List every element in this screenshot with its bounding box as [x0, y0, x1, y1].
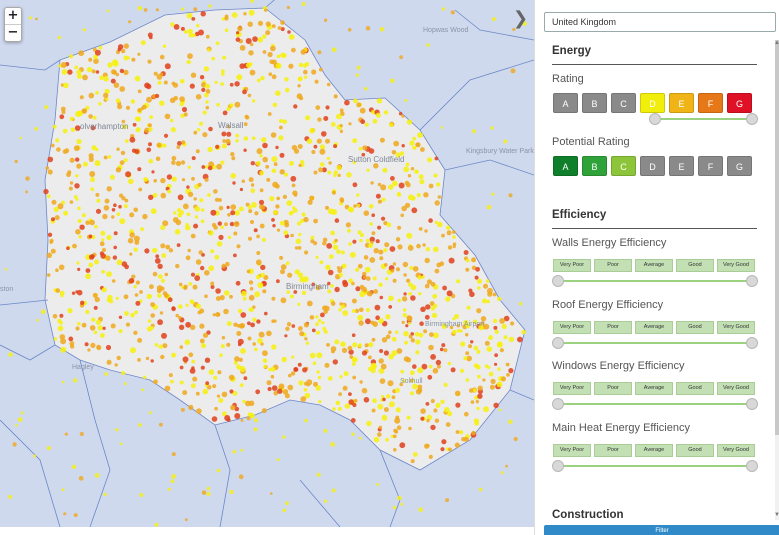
efficiency-level-button[interactable]: Poor: [594, 259, 632, 272]
efficiency-slider-track: [558, 341, 752, 344]
efficiency-levels-3: Very Poor Poor Average Good Very Good: [553, 443, 755, 457]
rating-d-button[interactable]: D: [640, 93, 665, 113]
efficiency-level-button[interactable]: Very Poor: [553, 382, 591, 395]
efficiency-label-0: Walls Energy Efficiency: [552, 237, 667, 249]
efficiency-divider: [552, 228, 757, 229]
construction-section-title: Construction: [552, 509, 624, 521]
efficiency-range-slider[interactable]: [552, 398, 758, 410]
efficiency-level-button[interactable]: Average: [635, 259, 673, 272]
potential-rating-label: Potential Rating: [552, 136, 630, 148]
efficiency-slider-track: [558, 403, 752, 405]
country-select[interactable]: United Kingdom: [544, 12, 776, 32]
efficiency-section-title: Efficiency: [552, 209, 607, 221]
efficiency-range-slider[interactable]: [552, 275, 758, 287]
map-label-wolverhampton: olverhampton: [80, 122, 129, 131]
potential-rating-b-button[interactable]: B: [582, 156, 607, 176]
efficiency-level-button[interactable]: Very Poor: [553, 320, 591, 334]
rating-slider-track: [655, 118, 752, 120]
efficiency-slider-min-handle[interactable]: [552, 459, 564, 472]
map-label-walsall: Walsall: [218, 121, 244, 130]
rating-c-button[interactable]: C: [611, 93, 636, 113]
efficiency-level-button[interactable]: Good: [676, 382, 714, 395]
rating-g-button[interactable]: G: [727, 93, 752, 113]
rating-label: Rating: [552, 73, 584, 85]
map-label-airport: Birmingham Airport: [425, 321, 485, 328]
rating-slider-min-handle[interactable]: [649, 113, 661, 125]
rating-b-button[interactable]: B: [582, 93, 607, 113]
scroll-up-icon[interactable]: ▲: [774, 40, 779, 46]
scroll-down-icon[interactable]: ▼: [774, 512, 779, 518]
efficiency-level-button[interactable]: Very Good: [717, 320, 755, 334]
zoom-in-button[interactable]: +: [5, 8, 21, 25]
rating-f-button[interactable]: F: [698, 93, 723, 113]
map-label-hopwas: Hopwas Wood: [423, 27, 469, 34]
efficiency-slider-track: [558, 280, 752, 282]
efficiency-level-button[interactable]: Very Good: [717, 259, 755, 272]
potential-rating-d-button[interactable]: D: [640, 156, 665, 176]
efficiency-slider-min-handle[interactable]: [552, 275, 564, 287]
efficiency-range-slider[interactable]: [552, 336, 758, 349]
efficiency-level-button[interactable]: Average: [635, 320, 673, 334]
efficiency-levels-1: Very Poor Poor Average Good Very Good: [553, 320, 755, 334]
efficiency-level-button[interactable]: Average: [635, 382, 673, 395]
efficiency-level-button[interactable]: Average: [635, 443, 673, 457]
urban-area: [44, 7, 526, 471]
zoom-out-button[interactable]: −: [5, 25, 21, 41]
efficiency-label-2: Windows Energy Efficiency: [552, 360, 685, 372]
map-label-left: ston: [0, 286, 14, 293]
energy-section-title: Energy: [552, 45, 591, 57]
efficiency-level-button[interactable]: Very Poor: [553, 443, 591, 457]
efficiency-level-button[interactable]: Good: [676, 320, 714, 334]
potential-rating-f-button[interactable]: F: [698, 156, 723, 176]
rating-range-slider[interactable]: [552, 113, 758, 125]
efficiency-level-button[interactable]: Good: [676, 443, 714, 457]
efficiency-level-button[interactable]: Poor: [594, 443, 632, 457]
rating-e-button[interactable]: E: [669, 93, 694, 113]
efficiency-label-1: Roof Energy Efficiency: [552, 298, 664, 311]
efficiency-level-button[interactable]: Poor: [594, 320, 632, 334]
energy-divider: [552, 64, 757, 65]
efficiency-slider-min-handle[interactable]: [552, 398, 564, 410]
map-label-kingsbury: Kingsbury Water Park: [466, 148, 534, 155]
filter-panel: United Kingdom ▲ ▼ Energy Rating ABCDEFG…: [534, 0, 779, 535]
collapse-panel-icon[interactable]: ❯: [513, 8, 528, 29]
efficiency-slider-max-handle[interactable]: [746, 459, 758, 472]
panel-scrollbar-thumb[interactable]: [775, 40, 779, 435]
efficiency-slider-max-handle[interactable]: [746, 398, 758, 410]
potential-rating-a-button[interactable]: A: [553, 156, 578, 176]
efficiency-levels-2: Very Poor Poor Average Good Very Good: [553, 382, 755, 395]
efficiency-slider-max-handle[interactable]: [746, 336, 758, 349]
map-view[interactable]: + − ❯ olverhampton Walsall Sutton Coldfi…: [0, 0, 534, 527]
map-label-birmingham: Birmingham: [286, 282, 329, 291]
potential-rating-buttons: ABCDEFG: [553, 156, 752, 176]
potential-rating-c-button[interactable]: C: [611, 156, 636, 176]
map-canvas[interactable]: [0, 0, 534, 527]
zoom-control: + −: [4, 7, 22, 42]
potential-rating-e-button[interactable]: E: [669, 156, 694, 176]
efficiency-level-button[interactable]: Good: [676, 259, 714, 272]
map-label-sutton: Sutton Coldfield: [348, 155, 405, 164]
rating-a-button[interactable]: A: [553, 93, 578, 113]
efficiency-level-button[interactable]: Very Good: [717, 443, 755, 457]
map-label-solihull: Solihull: [400, 378, 423, 385]
efficiency-slider-track: [558, 464, 752, 467]
rating-slider-max-handle[interactable]: [746, 113, 758, 125]
efficiency-level-button[interactable]: Very Good: [717, 382, 755, 395]
efficiency-slider-min-handle[interactable]: [552, 336, 564, 349]
efficiency-level-button[interactable]: Very Poor: [553, 259, 591, 272]
potential-rating-g-button[interactable]: G: [727, 156, 752, 176]
filter-submit-button[interactable]: Filter: [544, 525, 779, 535]
efficiency-levels-0: Very Poor Poor Average Good Very Good: [553, 259, 755, 272]
efficiency-label-3: Main Heat Energy Efficiency: [552, 421, 690, 434]
efficiency-range-slider[interactable]: [552, 459, 758, 472]
efficiency-slider-max-handle[interactable]: [746, 275, 758, 287]
map-label-halesowen: Hagley: [72, 364, 94, 371]
efficiency-level-button[interactable]: Poor: [594, 382, 632, 395]
rating-buttons: ABCDEFG: [553, 93, 752, 113]
